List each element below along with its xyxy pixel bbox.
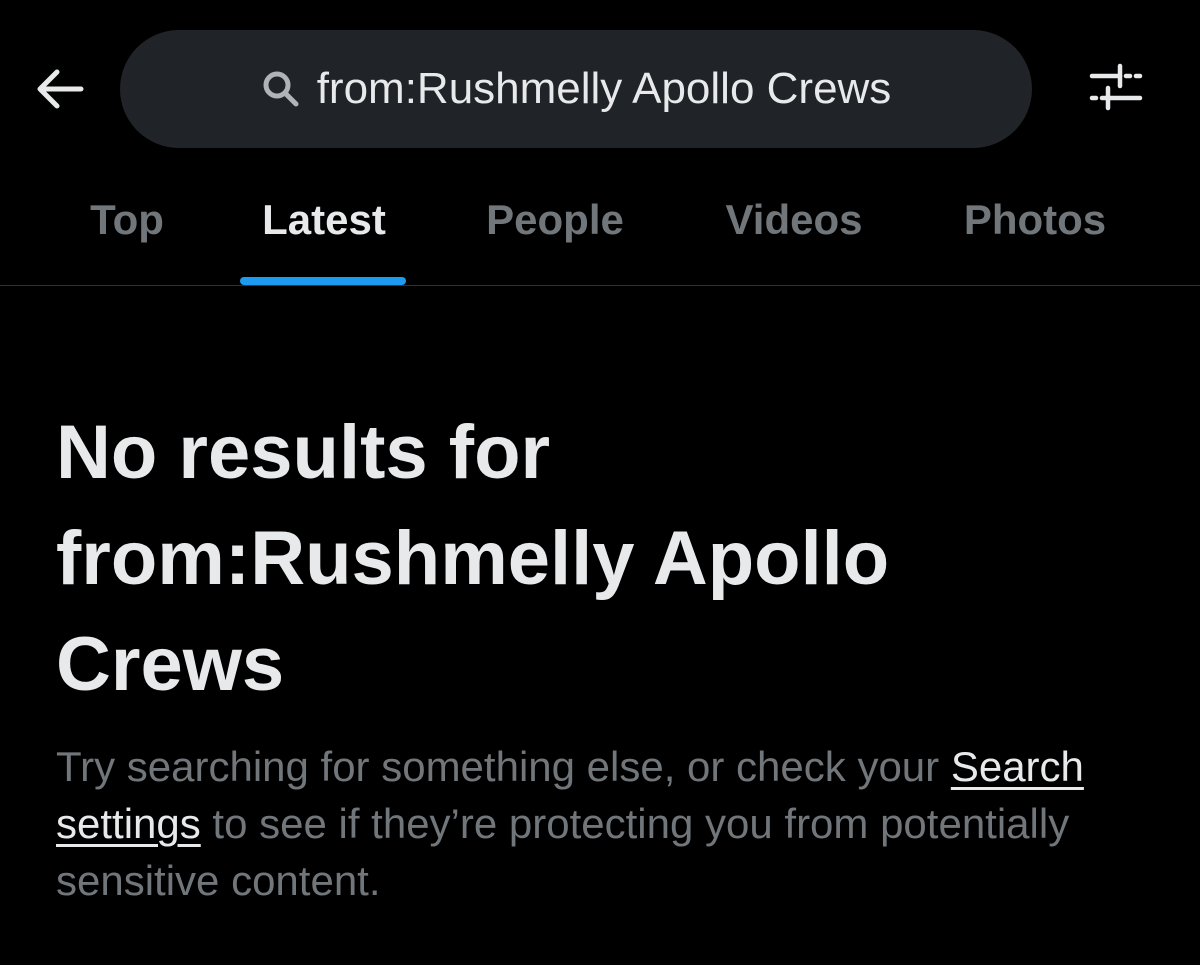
- search-filter-button[interactable]: [1086, 58, 1146, 118]
- search-results-screen: from:Rushmelly Apollo Crews Top Latest P…: [0, 0, 1200, 965]
- empty-state-text-before: Try searching for something else, or che…: [56, 743, 951, 790]
- empty-state-description: Try searching for something else, or che…: [56, 738, 1156, 909]
- tab-top[interactable]: Top: [80, 180, 174, 280]
- active-tab-indicator: [240, 277, 406, 285]
- tabs-divider: [0, 285, 1200, 286]
- search-input[interactable]: from:Rushmelly Apollo Crews: [120, 30, 1032, 148]
- tab-videos[interactable]: Videos: [708, 180, 880, 280]
- tab-people[interactable]: People: [470, 180, 640, 280]
- search-icon: [261, 69, 301, 109]
- search-query-text: from:Rushmelly Apollo Crews: [316, 64, 892, 113]
- empty-state-title: No results for from:Rushmelly Apollo Cre…: [56, 410, 890, 707]
- search-input-content: from:Rushmelly Apollo Crews: [261, 64, 892, 114]
- sliders-icon: [1088, 60, 1144, 117]
- arrow-left-icon: [33, 63, 85, 120]
- back-button[interactable]: [30, 62, 88, 120]
- empty-state-text-after: to see if they’re protecting you from po…: [56, 800, 1070, 904]
- tab-latest[interactable]: Latest: [244, 180, 404, 280]
- tab-photos[interactable]: Photos: [948, 180, 1122, 280]
- search-tabs: Top Latest People Videos Photos: [0, 180, 1200, 286]
